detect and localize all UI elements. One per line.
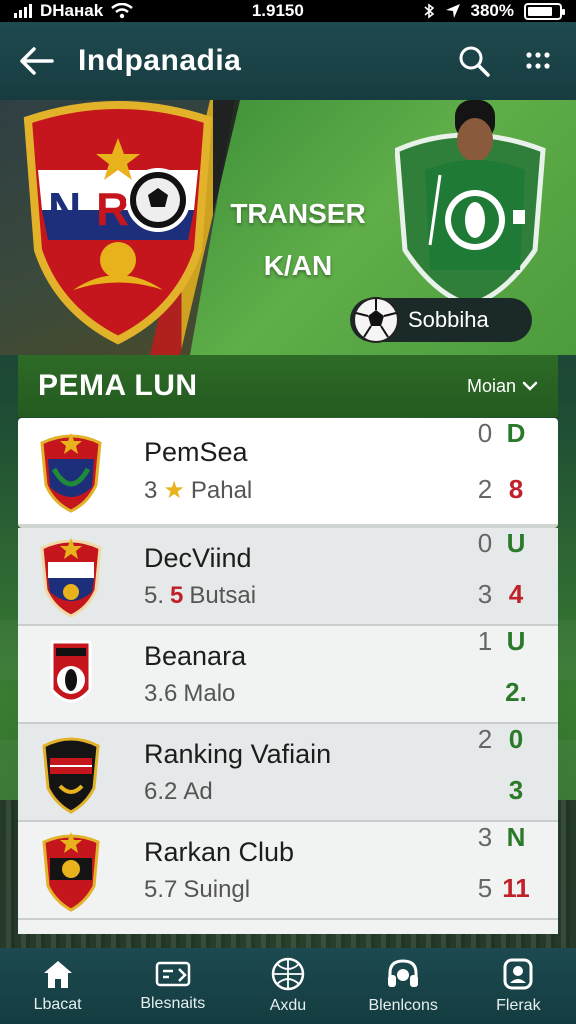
score-value: 2 (477, 474, 493, 504)
clock: 1.9150 (251, 1, 304, 20)
team-row[interactable]: Rarkan Club 5.7 Suingl 3 N 5 11 (18, 822, 558, 920)
score-value: 2. (505, 677, 527, 707)
team-region: Malo (183, 679, 236, 707)
team-crest-icon (42, 737, 100, 814)
nav-label: Blesnaits (140, 995, 206, 1012)
team-crest-icon (40, 433, 102, 513)
team-scores: 3 N 5 11 (468, 822, 530, 918)
score-value: N (506, 822, 526, 852)
team-crest-icon (40, 538, 102, 618)
search-button[interactable] (452, 39, 496, 83)
score-value: 2 (477, 724, 493, 754)
team-scores: 2 0 3 (468, 724, 530, 820)
score-value: 11 (502, 873, 530, 903)
team-rating-mark: 5 (170, 581, 184, 609)
svg-text:N: N (48, 183, 81, 235)
team-crest-icon (42, 832, 100, 912)
team-region: Butsai (189, 581, 257, 609)
home-icon (43, 961, 72, 988)
club-crest-logo: N R (23, 101, 213, 345)
team-region: Suingl (183, 875, 251, 903)
score-value: 3 (477, 579, 493, 609)
score-value: 0 (477, 418, 493, 448)
score-value: U (506, 626, 526, 656)
team-row[interactable]: Ranking Vafiain 6.2 Ad 2 0 3 (18, 724, 558, 822)
team-rating: 3.6 (144, 679, 178, 707)
nav-item-profile[interactable]: Flerak (463, 957, 573, 1015)
score-value: 3 (477, 822, 493, 852)
team-rating: 5. (144, 581, 165, 609)
nav-item-tickets[interactable]: Blesnaits (118, 959, 228, 1013)
wifi-icon (111, 3, 133, 19)
league-dropdown-label: Moian (466, 375, 516, 396)
page-title: Indpanadia (78, 44, 242, 77)
league-name: PEMA LUN (38, 369, 198, 402)
transfer-banner[interactable]: N R TRANSER K/AN Sobbiha (0, 100, 576, 355)
battery-icon (523, 2, 565, 20)
team-rating: 6.2 (144, 777, 178, 805)
battery-percent: 380% (470, 1, 514, 20)
team-scores: 0 U 3 4 (468, 528, 530, 624)
team-rating: 5.7 (144, 875, 178, 903)
grid-dots-icon (526, 52, 550, 69)
team-crest-icon (50, 640, 92, 703)
team-row[interactable]: Beanara 3.6 Malo 1 U 2. (18, 626, 558, 724)
score-value: 3 (508, 775, 524, 805)
team-region: Pahal (190, 476, 253, 504)
sobbiha-label: Sobbiha (408, 307, 489, 332)
arrow-left-icon (20, 47, 54, 75)
profile-icon (503, 958, 533, 990)
league-dropdown[interactable]: Moian (467, 376, 538, 397)
team-row[interactable]: DecViind 5. 5 Butsai 0 U 3 4 (18, 528, 558, 626)
score-value: 4 (508, 579, 524, 609)
nav-label: Axdu (269, 997, 307, 1014)
status-bar: DHaнak 1.9150 380% (0, 0, 576, 22)
league-header: PEMA LUN Moian (18, 355, 558, 417)
transfer-headline: TRANSER K/AN (228, 188, 368, 292)
chevron-down-icon (522, 381, 538, 391)
score-value (468, 677, 502, 722)
ball-icon (271, 957, 305, 991)
score-value: D (506, 418, 526, 448)
score-value: 5 (477, 873, 493, 903)
score-value (468, 775, 502, 820)
nav-label: Lbacat (33, 996, 82, 1013)
score-value: 0 (508, 724, 524, 754)
team-scores: 1 U 2. (468, 626, 530, 722)
score-value: 0 (477, 528, 493, 558)
app-bar: Indpanadia (0, 22, 576, 100)
signal-icon (14, 4, 32, 18)
transfer-line-2: K/AN (263, 250, 333, 281)
nav-item-ball[interactable]: Axdu (233, 957, 343, 1015)
football-icon (353, 297, 399, 343)
sobbiha-chip[interactable]: Sobbiha (350, 297, 532, 343)
headset-icon (388, 959, 419, 987)
carrier-name: DHaнak (40, 1, 104, 20)
team-row-partial (18, 920, 558, 934)
ticket-icon (155, 961, 191, 987)
location-arrow-icon (445, 4, 460, 18)
back-button[interactable] (16, 41, 56, 81)
score-value: 8 (508, 474, 524, 504)
team-rating: 3 (144, 476, 158, 504)
transfer-line-1: TRANSER (230, 198, 366, 229)
team-row[interactable]: PemSea 3 ★ Pahal 0 D 2 8 (18, 418, 558, 528)
bluetooth-icon (423, 3, 434, 19)
nav-item-support[interactable]: Blenlcons (348, 957, 458, 1015)
team-scores: 0 D 2 8 (468, 418, 530, 524)
nav-item-home[interactable]: Lbacat (3, 958, 113, 1014)
score-value: U (506, 528, 526, 558)
nav-label: Blenlcons (368, 997, 438, 1014)
svg-text:R: R (96, 183, 129, 235)
nav-label: Flerak (496, 997, 541, 1014)
search-icon (459, 46, 490, 77)
more-button[interactable] (516, 39, 560, 83)
team-list: PemSea 3 ★ Pahal 0 D 2 8 DecViind 5. 5 B… (18, 418, 558, 934)
team-region: Ad (183, 777, 213, 805)
star-icon: ★ (163, 477, 185, 504)
score-value: 1 (477, 626, 493, 656)
bottom-navigation: Lbacat Blesnaits Axdu Blenlcons Flerak (0, 948, 576, 1024)
player-image (395, 100, 546, 300)
